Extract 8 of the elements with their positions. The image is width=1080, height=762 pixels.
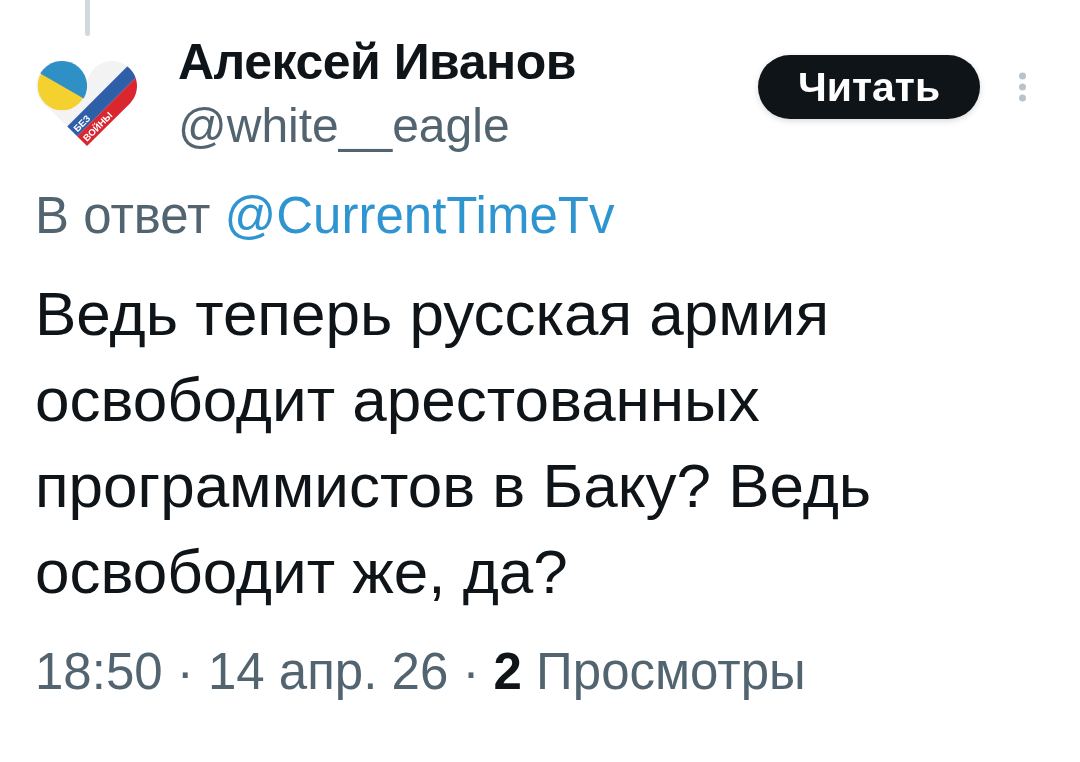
- follow-button[interactable]: Читать: [758, 55, 980, 119]
- reply-line: В ответ @CurrentTimeTv: [35, 188, 615, 244]
- author-name: Алексей Иванов: [178, 34, 576, 90]
- tweet-text: Ведь теперь русская армия освободит арестованных программистов в Баку? Ведь освободит же, да?: [35, 278, 873, 608]
- more-options-icon[interactable]: [1018, 72, 1027, 102]
- author-handle: @white__eagle: [178, 100, 510, 152]
- tweet-metadata: 18:50 · 14 апр. 26 · 2 Просмотры: [35, 644, 806, 700]
- reply-handle-link[interactable]: @CurrentTimeTv: [224, 187, 615, 244]
